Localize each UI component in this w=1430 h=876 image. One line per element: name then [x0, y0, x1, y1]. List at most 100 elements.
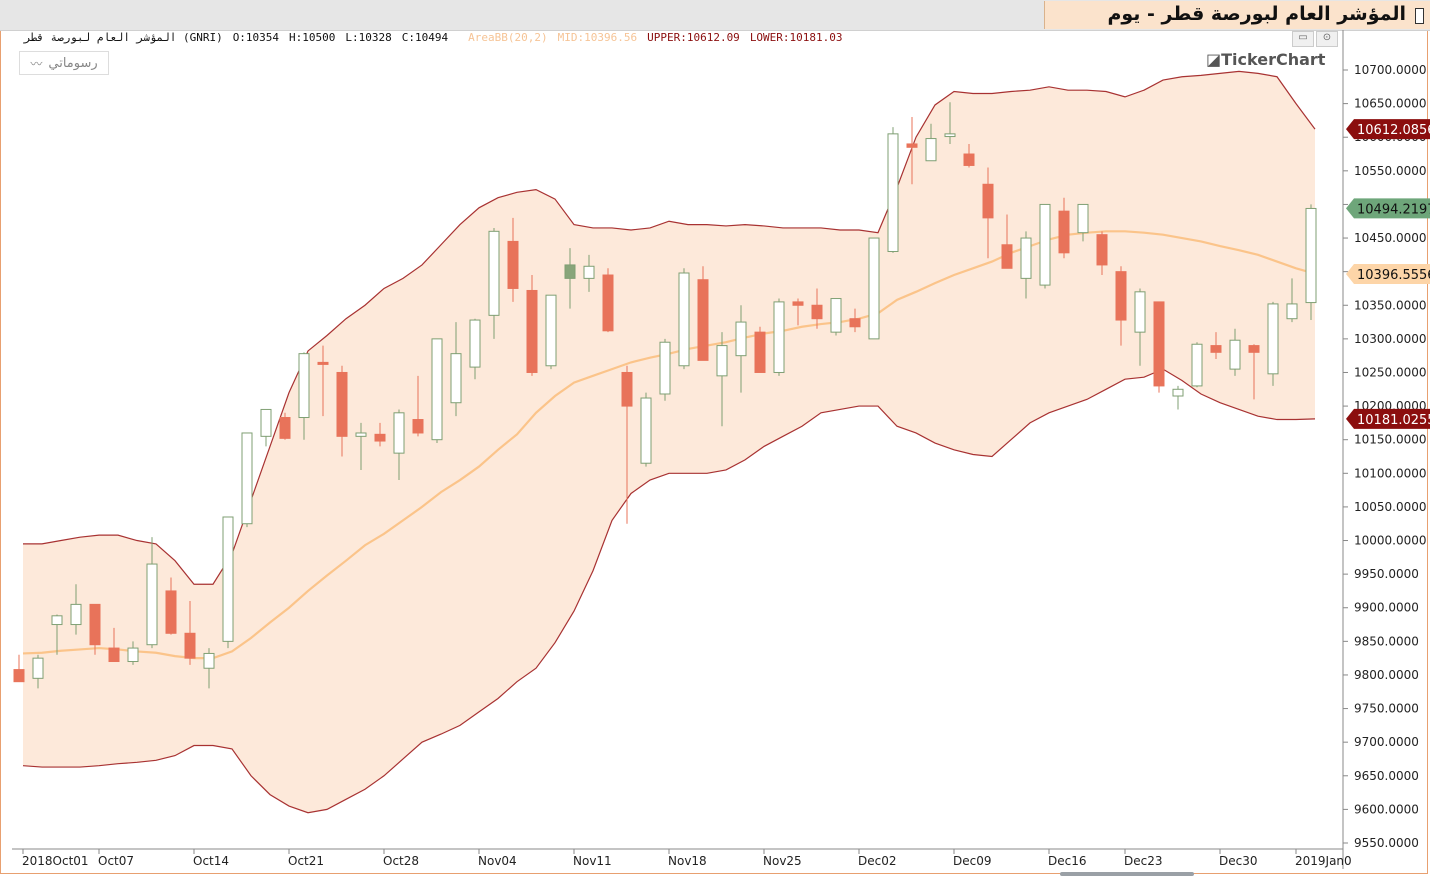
- candle: [431, 338, 443, 444]
- candle: [887, 127, 899, 253]
- candle: [1153, 301, 1165, 393]
- candle-body-down: [982, 183, 994, 219]
- y-tick-label: 9650.0000: [1354, 769, 1419, 783]
- badge-label: 10396.5556: [1357, 268, 1430, 283]
- candle-body-up: [678, 272, 690, 367]
- candle: [1172, 385, 1184, 410]
- candle-body-down: [697, 279, 709, 361]
- price-chart[interactable]: 10700.000010650.000010600.000010550.0000…: [0, 0, 1430, 876]
- y-tick-label: 10700.0000: [1354, 63, 1427, 77]
- candle-body-down: [279, 417, 291, 439]
- x-tick-label: Oct21: [288, 854, 324, 868]
- x-tick-label: Oct28: [383, 854, 419, 868]
- candle-body-down: [963, 153, 975, 166]
- candle-body-up: [393, 412, 405, 454]
- candle-body-up: [735, 321, 747, 357]
- candle: [526, 275, 538, 376]
- x-tick-label: Nov11: [573, 854, 612, 868]
- candle-body-up: [640, 397, 652, 464]
- badge-label: 10612.0856: [1357, 123, 1430, 138]
- y-tick-label: 9600.0000: [1354, 802, 1419, 816]
- candle-body-up: [469, 319, 481, 368]
- y-tick-label: 10300.0000: [1354, 332, 1427, 346]
- candle-body-down: [906, 143, 918, 148]
- candle-body-down: [317, 361, 329, 365]
- y-tick-label: 10100.0000: [1354, 466, 1427, 480]
- y-tick-label: 9800.0000: [1354, 668, 1419, 682]
- candle-body-up: [564, 264, 576, 279]
- candle: [1191, 342, 1203, 388]
- candle-body-up: [32, 657, 44, 679]
- candle-body-up: [146, 563, 158, 646]
- candle-body-up: [450, 353, 462, 404]
- y-tick-label: 10650.0000: [1354, 97, 1427, 111]
- candle-body-up: [1020, 237, 1032, 279]
- candle: [830, 298, 842, 336]
- candle-body-up: [1191, 343, 1203, 387]
- candle-body-up: [545, 294, 557, 367]
- horizontal-scrollbar[interactable]: [1060, 872, 1194, 876]
- candle-body-down: [1153, 301, 1165, 387]
- candle-body-down: [602, 274, 614, 332]
- y-tick-label: 10000.0000: [1354, 534, 1427, 548]
- x-tick-label: Dec23: [1124, 854, 1163, 868]
- candle: [1039, 203, 1051, 289]
- candle-body-up: [868, 237, 880, 340]
- candle: [260, 408, 272, 447]
- candle-body-up: [773, 301, 785, 373]
- candle-body-up: [298, 353, 310, 419]
- x-tick-label: Dec02: [858, 854, 897, 868]
- x-tick-label: Oct14: [193, 854, 229, 868]
- candle-body-down: [1210, 345, 1222, 353]
- price-badge-lower: 10181.0255: [1346, 408, 1430, 429]
- candle: [640, 392, 652, 467]
- candle: [222, 516, 234, 649]
- x-tick-label: Dec09: [953, 854, 992, 868]
- candle: [678, 268, 690, 370]
- candle-body-up: [1286, 303, 1298, 320]
- candle: [1305, 204, 1317, 321]
- candle-body-up: [260, 408, 272, 437]
- y-tick-label: 10150.0000: [1354, 433, 1427, 447]
- candle-body-up: [830, 298, 842, 333]
- bollinger-band-area: [23, 71, 1315, 813]
- y-tick-label: 9850.0000: [1354, 634, 1419, 648]
- candle: [1267, 301, 1279, 386]
- y-tick-label: 9950.0000: [1354, 567, 1419, 581]
- bollinger-band-layer: [22, 70, 1316, 814]
- candle-body-down: [754, 331, 766, 373]
- candle-body-up: [1267, 303, 1279, 375]
- y-tick-label: 9750.0000: [1354, 702, 1419, 716]
- price-badge-close: 10494.2197: [1346, 198, 1430, 219]
- candle-body-down: [13, 669, 25, 683]
- candle-body-down: [792, 301, 804, 306]
- y-tick-label: 9550.0000: [1354, 836, 1419, 850]
- x-tick-label: Nov25: [763, 854, 802, 868]
- candle: [868, 237, 880, 340]
- candle-body-up: [944, 133, 956, 138]
- candle-body-down: [811, 304, 823, 320]
- y-tick-label: 10550.0000: [1354, 164, 1427, 178]
- candle-body-down: [165, 590, 177, 634]
- candle-body-up: [716, 345, 728, 377]
- y-tick-label: 9900.0000: [1354, 601, 1419, 615]
- candle-body-up: [488, 230, 500, 316]
- candle-body-down: [184, 632, 196, 659]
- x-tick-label: Nov04: [478, 854, 517, 868]
- candle-body-up: [241, 432, 253, 525]
- candle-body-up: [887, 133, 899, 252]
- candle-body-down: [374, 433, 386, 442]
- candle-body-up: [1305, 207, 1317, 304]
- candle-body-up: [355, 432, 367, 437]
- x-tick-label: 2019Jan0: [1295, 854, 1352, 868]
- candle-body-down: [621, 371, 633, 407]
- y-tick-label: 9700.0000: [1354, 735, 1419, 749]
- candle-body-down: [1001, 244, 1013, 269]
- candle-body-up: [51, 615, 63, 626]
- candle-body-up: [1134, 291, 1146, 333]
- candle-body-down: [1248, 345, 1260, 353]
- candle-body-up: [203, 652, 215, 669]
- y-tick-label: 10250.0000: [1354, 365, 1427, 379]
- x-tick-label: 2018Oct01: [22, 854, 89, 868]
- price-badge-mid: 10396.5556: [1346, 263, 1430, 284]
